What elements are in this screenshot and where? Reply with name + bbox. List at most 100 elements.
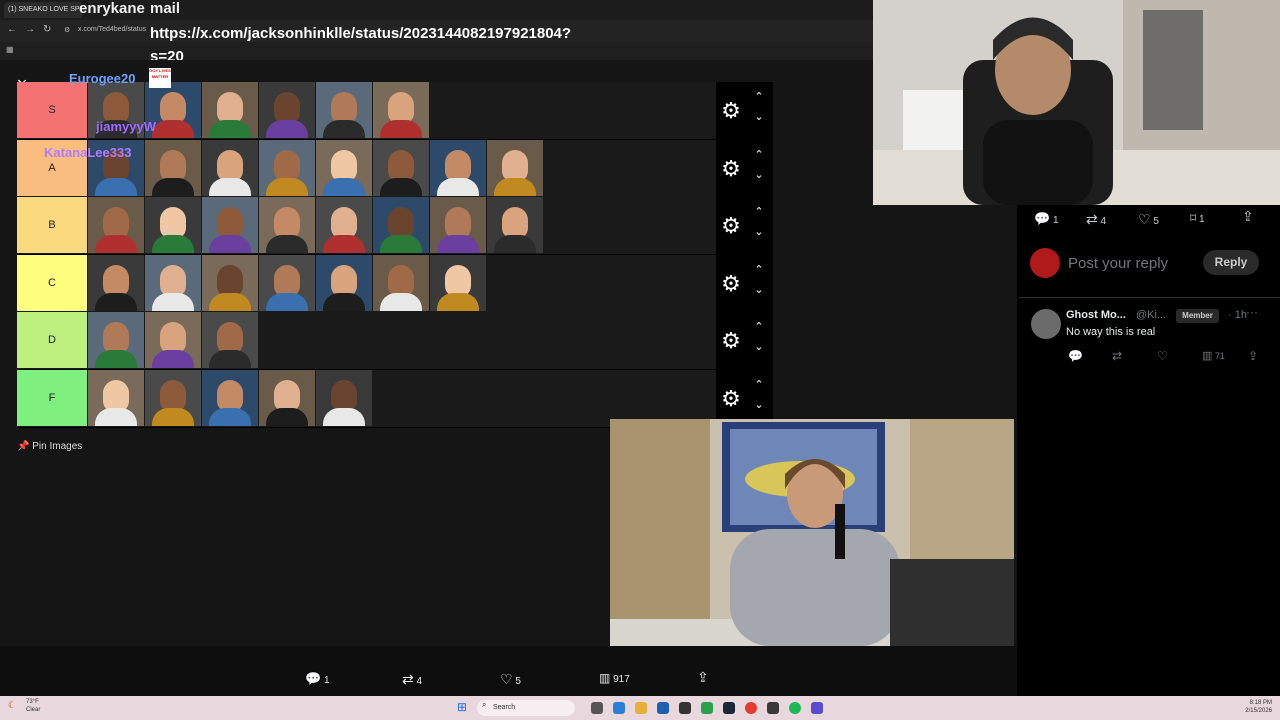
chevron-up-icon[interactable]: ⌃ [752, 148, 766, 161]
reply-icon[interactable]: 💬 [1068, 349, 1083, 363]
tier-image[interactable] [430, 254, 486, 311]
tier-image[interactable] [145, 254, 201, 311]
tier-image[interactable] [88, 254, 144, 311]
tier-image[interactable] [373, 254, 429, 311]
tier-image[interactable] [88, 197, 144, 253]
reply-views-button[interactable]: ▥ 71 [1202, 349, 1225, 362]
pin-images-toggle[interactable]: 📌 Pin Images [17, 441, 82, 452]
taskbar-search[interactable]: Search [477, 700, 575, 716]
share-icon[interactable]: ⇪ [697, 669, 709, 686]
steam-icon[interactable] [723, 702, 735, 714]
tier-image[interactable] [487, 197, 543, 253]
tier-image[interactable] [145, 139, 201, 196]
tier-image[interactable] [145, 369, 201, 426]
gear-icon[interactable]: ⚙ [716, 312, 746, 369]
tier-image[interactable] [88, 369, 144, 426]
app-icon[interactable] [657, 702, 669, 714]
spotify-icon[interactable] [789, 702, 801, 714]
app-icon[interactable] [701, 702, 713, 714]
reply-timestamp[interactable]: · 1h [1228, 309, 1247, 321]
bottom-views-button[interactable]: ▥ 917 [599, 671, 630, 685]
tier-image[interactable] [316, 369, 372, 426]
tier-image[interactable] [259, 82, 315, 138]
task-view-icon[interactable] [591, 702, 603, 714]
tier-label[interactable]: C [17, 254, 87, 311]
tier-image[interactable] [430, 139, 486, 196]
chevron-down-icon[interactable]: ⌄ [752, 398, 766, 411]
bottom-repost-button[interactable]: ⇄ 4 [402, 671, 422, 688]
chevron-up-icon[interactable]: ⌃ [752, 205, 766, 218]
reply-author-avatar[interactable] [1031, 309, 1061, 339]
tier-image[interactable] [202, 369, 258, 426]
tier-label[interactable]: F [17, 369, 87, 426]
reply-button[interactable]: Reply [1203, 250, 1259, 275]
apps-grid-icon[interactable]: ▦ [6, 45, 14, 54]
tier-image[interactable] [202, 254, 258, 311]
tier-image[interactable] [202, 82, 258, 138]
tier-image[interactable] [202, 197, 258, 253]
chevron-up-icon[interactable]: ⌃ [752, 378, 766, 391]
chrome-icon[interactable] [745, 702, 757, 714]
chevron-down-icon[interactable]: ⌄ [752, 340, 766, 353]
tier-image[interactable] [487, 139, 543, 196]
tier-image[interactable] [145, 197, 201, 253]
reply-input[interactable]: Post your reply [1068, 255, 1168, 272]
chevron-down-icon[interactable]: ⌄ [752, 110, 766, 123]
reply-author-handle[interactable]: @Ki... [1136, 309, 1166, 321]
taskbar-clock[interactable]: 8:18 PM 2/15/2026 [1238, 699, 1272, 715]
address-bar[interactable]: x.com/Ted4bed/status [78, 26, 146, 33]
bottom-like-button[interactable]: ♡ 5 [500, 671, 521, 688]
tier-image[interactable] [373, 197, 429, 253]
bottom-reply-button[interactable]: 💬 1 [305, 671, 330, 687]
back-icon[interactable]: ← [7, 24, 17, 35]
tier-image[interactable] [316, 197, 372, 253]
tier-image[interactable] [259, 369, 315, 426]
gear-icon[interactable]: ⚙ [716, 255, 746, 312]
chevron-down-icon[interactable]: ⌄ [752, 168, 766, 181]
chevron-down-icon[interactable]: ⌄ [752, 283, 766, 296]
repost-icon[interactable]: ⇄ [1112, 349, 1122, 363]
tier-label[interactable]: S [17, 82, 87, 138]
weather-widget[interactable]: 73°F Clear [26, 698, 40, 714]
panel-reply-button[interactable]: 💬 1 [1034, 211, 1059, 227]
tier-image[interactable] [259, 197, 315, 253]
site-info-icon[interactable]: ⚙ [64, 26, 70, 34]
gear-icon[interactable]: ⚙ [716, 370, 746, 427]
reload-icon[interactable]: ↻ [43, 24, 51, 35]
file-explorer-icon[interactable] [635, 702, 647, 714]
browser-tab[interactable]: (1) SNEAKO LOVE SPE [4, 2, 82, 18]
chevron-up-icon[interactable]: ⌃ [752, 263, 766, 276]
tier-image[interactable] [373, 139, 429, 196]
tier-label[interactable]: B [17, 197, 87, 253]
gear-icon[interactable]: ⚙ [716, 140, 746, 197]
more-options-icon[interactable]: ··· [1246, 305, 1258, 319]
app-icon[interactable] [613, 702, 625, 714]
tier-image[interactable] [259, 139, 315, 196]
app-icon[interactable] [811, 702, 823, 714]
tier-image[interactable] [202, 312, 258, 368]
panel-like-button[interactable]: ♡ 5 [1138, 211, 1159, 228]
tier-image[interactable] [316, 139, 372, 196]
tier-image[interactable] [88, 312, 144, 368]
heart-icon[interactable]: ♡ [1157, 349, 1168, 363]
tier-image[interactable] [430, 197, 486, 253]
tier-image[interactable] [316, 82, 372, 138]
tier-image[interactable] [373, 82, 429, 138]
weather-icon[interactable]: ☾ [8, 700, 16, 711]
share-icon[interactable]: ⇪ [1242, 208, 1254, 225]
app-icon[interactable] [767, 702, 779, 714]
gear-icon[interactable]: ⚙ [716, 197, 746, 254]
tier-image[interactable] [202, 139, 258, 196]
share-icon[interactable]: ⇪ [1248, 349, 1258, 363]
reply-author-name[interactable]: Ghost Mo... [1066, 309, 1126, 321]
panel-bookmark-button[interactable]: ⌑ 1 [1190, 211, 1205, 225]
app-icon[interactable] [679, 702, 691, 714]
tier-image[interactable] [145, 312, 201, 368]
forward-icon[interactable]: → [25, 24, 35, 35]
gear-icon[interactable]: ⚙ [716, 82, 746, 139]
tier-image[interactable] [259, 254, 315, 311]
chevron-up-icon[interactable]: ⌃ [752, 320, 766, 333]
chevron-up-icon[interactable]: ⌃ [752, 90, 766, 103]
windows-start-icon[interactable]: ⊞ [457, 700, 467, 714]
chevron-down-icon[interactable]: ⌄ [752, 225, 766, 238]
